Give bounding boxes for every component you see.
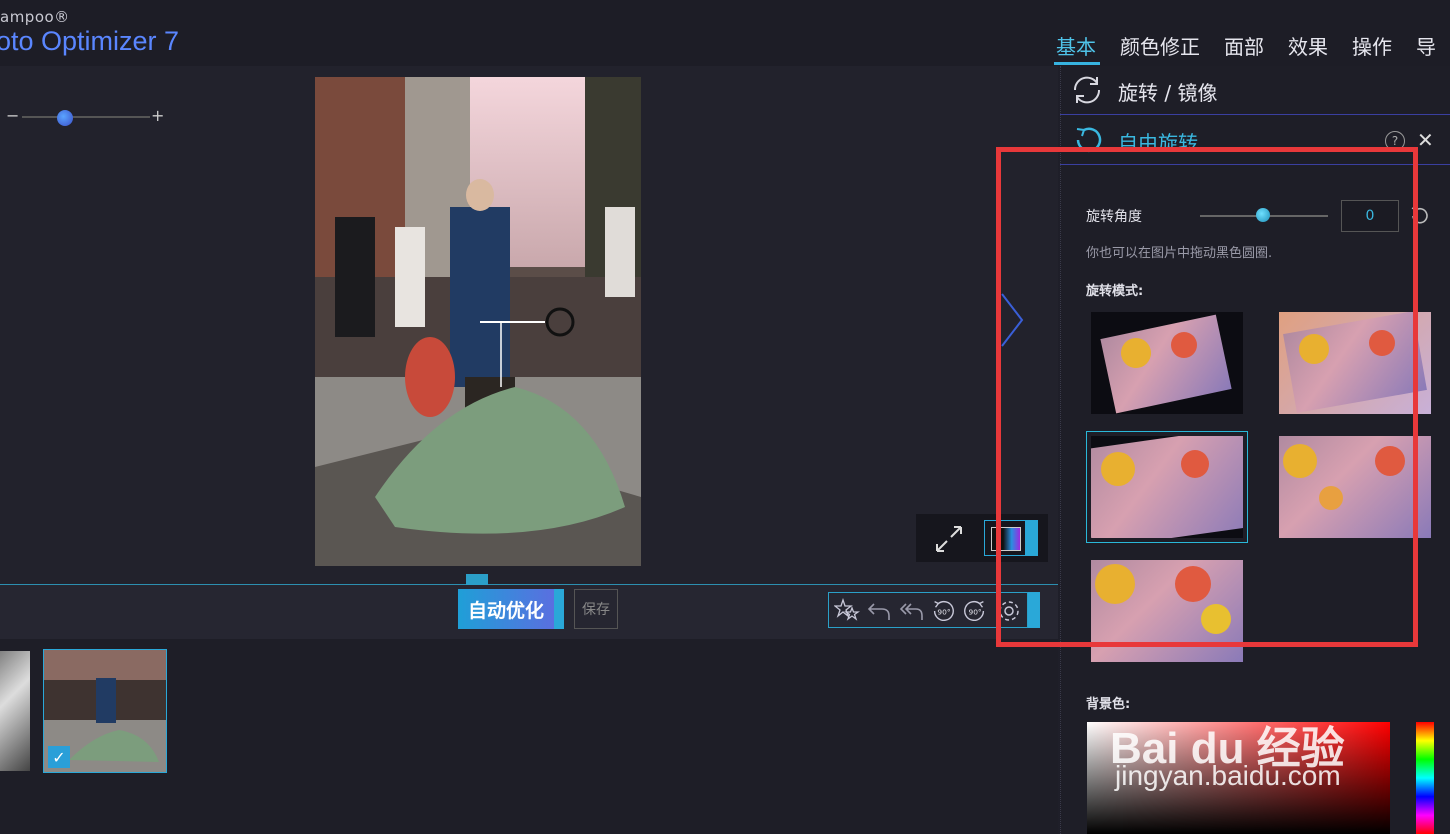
watermark-url: jingyan.baidu.com <box>1115 760 1341 791</box>
menu-active-indicator <box>1054 62 1100 65</box>
auto-optimize-dropdown[interactable] <box>554 589 564 629</box>
rotate-left-90-icon[interactable]: 90° <box>929 597 957 625</box>
brand-small: ampoo® <box>0 8 70 26</box>
svg-text:90°: 90° <box>937 608 950 617</box>
rotate-mirror-title: 旋转 / 镜像 <box>1118 81 1218 105</box>
zoom-in-button[interactable]: + <box>151 106 164 125</box>
menu-face[interactable]: 面部 <box>1224 31 1264 60</box>
zoom-slider-handle[interactable] <box>57 110 73 126</box>
undo-all-icon[interactable] <box>897 597 925 625</box>
svg-text:90°: 90° <box>968 608 981 617</box>
thumbnail-checkbox[interactable]: ✓ <box>48 746 70 768</box>
menu-operations[interactable]: 操作 <box>1352 31 1392 60</box>
main-photo[interactable] <box>315 77 641 566</box>
menu-basic[interactable]: 基本 <box>1056 31 1096 60</box>
zoom-out-button[interactable]: − <box>6 106 19 125</box>
favorite-stars-icon[interactable] <box>833 597 861 625</box>
fullscreen-icon[interactable] <box>934 524 964 558</box>
rotate-refresh-icon <box>1070 74 1104 110</box>
hue-slider[interactable] <box>1416 722 1434 834</box>
undo-icon[interactable] <box>865 597 893 625</box>
auto-optimize-button[interactable]: 自动优化 <box>458 589 554 629</box>
app-title: oto Optimizer 7 <box>0 26 180 56</box>
zoom-slider-track[interactable] <box>22 116 150 118</box>
save-button[interactable]: 保存 <box>574 589 618 629</box>
menu-effects[interactable]: 效果 <box>1288 31 1328 60</box>
menu-color-correction[interactable]: 颜色修正 <box>1120 31 1200 60</box>
background-color-label: 背景色: <box>1086 697 1131 712</box>
close-icon[interactable]: ✕ <box>1417 128 1434 152</box>
rotate-right-90-icon[interactable]: 90° <box>961 597 989 625</box>
collapse-toolbar-tab[interactable] <box>466 574 488 585</box>
annotation-highlight-box <box>996 147 1418 647</box>
thumbnail-item[interactable] <box>0 651 30 771</box>
